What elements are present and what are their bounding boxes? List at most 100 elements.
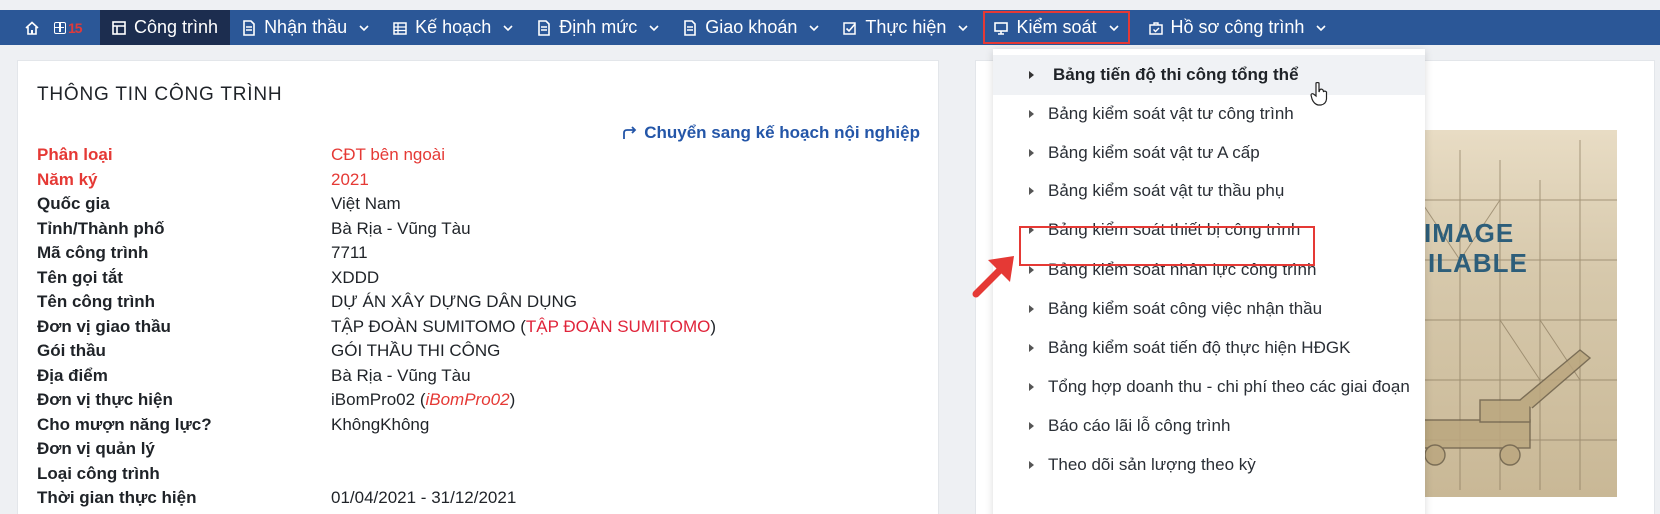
nav-dinh-muc[interactable]: Định mức bbox=[525, 10, 671, 45]
caret-right-icon bbox=[1029, 266, 1034, 274]
checkbox-icon bbox=[843, 21, 857, 35]
info-row-nam-ky: Năm ký 2021 bbox=[37, 168, 716, 193]
info-label: Thời gian thực hiện bbox=[37, 488, 197, 508]
chevron-down-icon bbox=[649, 24, 659, 31]
info-label: Năm ký bbox=[37, 169, 98, 189]
dropdown-item[interactable]: Bảng kiểm soát vật tư A cấp bbox=[993, 133, 1425, 173]
info-label: Tỉnh/Thành phố bbox=[37, 218, 165, 238]
info-row-goi-thau: Gói thầu GÓI THẦU THI CÔNG bbox=[37, 339, 716, 364]
nav-label: Công trình bbox=[134, 17, 219, 37]
no-image-text-2: ILABLE bbox=[1428, 248, 1528, 278]
info-label: Mã công trình bbox=[37, 243, 149, 263]
info-value-tail: ) bbox=[710, 316, 717, 336]
info-label: Loại công trình bbox=[37, 463, 160, 483]
info-label: Gói thầu bbox=[37, 341, 106, 361]
document-icon bbox=[243, 19, 255, 36]
chevron-down-icon bbox=[1316, 24, 1326, 31]
dropdown-item[interactable]: Tổng hợp doanh thu - chi phí theo các gi… bbox=[993, 367, 1425, 407]
dropdown-item-label: Tổng hợp doanh thu - chi phí theo các gi… bbox=[1048, 377, 1410, 396]
kiem-soat-dropdown: Bảng tiến độ thi công tổng thể Bảng kiểm… bbox=[993, 49, 1425, 514]
chevron-down-icon bbox=[503, 24, 513, 31]
nav-ke-hoach[interactable]: Kế hoạch bbox=[381, 10, 525, 45]
plan-link-label: Chuyển sang kế hoạch nội nghiệp bbox=[644, 123, 920, 142]
chevron-down-icon bbox=[1108, 24, 1119, 31]
home-icon bbox=[25, 20, 39, 35]
dropdown-item[interactable]: Bảng tiến độ thi công tổng thể bbox=[993, 55, 1425, 95]
apps-button[interactable]: 15 bbox=[50, 10, 100, 45]
nav-label: Thực hiện bbox=[865, 17, 947, 37]
dropdown-item-label: Bảng kiểm soát vật tư công trình bbox=[1048, 104, 1294, 123]
info-row-quoc-gia: Quốc gia Việt Nam bbox=[37, 192, 716, 217]
info-value-main: iBomPro02 ( bbox=[331, 390, 426, 410]
nav-cong-trinh[interactable]: Công trình bbox=[100, 10, 231, 45]
nav-label: Giao khoán bbox=[705, 17, 798, 37]
info-value-link[interactable]: TẬP ĐOÀN SUMITOMO bbox=[526, 317, 711, 336]
info-value-link[interactable]: iBomPro02 bbox=[425, 390, 509, 409]
monitor-icon bbox=[994, 21, 1009, 35]
info-label: Tên công trình bbox=[37, 292, 156, 312]
project-image: IMAGE ILABLE bbox=[1400, 130, 1617, 497]
dropdown-item[interactable]: Theo dõi sản lượng theo kỳ bbox=[993, 445, 1425, 485]
info-label: Phân loại bbox=[37, 145, 113, 165]
dropdown-item-label: Bảng kiểm soát tiến độ thực hiện HĐGK bbox=[1048, 338, 1351, 357]
document-icon bbox=[684, 19, 697, 36]
dropdown-item[interactable]: Bảng kiểm soát tiến độ thực hiện HĐGK bbox=[993, 328, 1425, 368]
dropdown-item-label: Bảng kiểm soát công việc nhận thầu bbox=[1048, 299, 1323, 318]
grid-doc-icon bbox=[112, 20, 126, 35]
info-value: Bà Rịa - Vũng Tàu bbox=[331, 218, 471, 238]
caret-right-icon bbox=[1029, 71, 1034, 79]
nav-ho-so-cong-trinh[interactable]: Hồ sơ công trình bbox=[1137, 10, 1339, 45]
info-row-ten-cong-trinh: Tên công trình DỰ ÁN XÂY DỰNG DÂN DỤNG bbox=[37, 290, 716, 315]
info-row-phan-loai: Phân loại CĐT bên ngoài bbox=[37, 143, 716, 168]
dropdown-item-label: Bảng kiểm soát vật tư A cấp bbox=[1048, 143, 1260, 162]
briefcase-check-icon bbox=[1148, 21, 1163, 35]
info-value: DỰ ÁN XÂY DỰNG DÂN DỤNG bbox=[331, 292, 577, 312]
info-value: Bà Rịa - Vũng Tàu bbox=[331, 365, 471, 385]
pointer-arrow-icon bbox=[972, 256, 1014, 298]
caret-right-icon bbox=[1029, 422, 1034, 430]
nav-kiem-soat[interactable]: Kiểm soát bbox=[982, 10, 1130, 45]
nav-nhan-thau[interactable]: Nhận thầu bbox=[230, 10, 381, 45]
dropdown-item-label: Báo cáo lãi lỗ công trình bbox=[1048, 416, 1231, 435]
plan-link[interactable]: Chuyển sang kế hoạch nội nghiệp bbox=[622, 123, 920, 143]
home-button[interactable] bbox=[14, 10, 50, 45]
info-row-ten-goi-tat: Tên gọi tắt XDDD bbox=[37, 266, 716, 291]
nav-giao-khoan[interactable]: Giao khoán bbox=[671, 10, 831, 45]
construction-sketch bbox=[1400, 140, 1617, 490]
info-value: TẬP ĐOÀN SUMITOMO (TẬP ĐOÀN SUMITOMO) bbox=[331, 317, 716, 337]
info-label: Quốc gia bbox=[37, 194, 110, 214]
info-value: GÓI THẦU THI CÔNG bbox=[331, 341, 501, 361]
dropdown-item[interactable]: Báo cáo lãi lỗ công trình bbox=[993, 406, 1425, 446]
info-list: Phân loại CĐT bên ngoài Năm ký 2021 Quốc g… bbox=[37, 143, 716, 511]
info-row-don-vi-thuc-hien: Đơn vị thực hiện iBomPro02 (iBomPro02) bbox=[37, 388, 716, 413]
info-label: Địa điểm bbox=[37, 365, 108, 385]
info-row-thoi-gian: Thời gian thực hiện 01/04/2021 - 31/12/20… bbox=[37, 486, 716, 511]
info-value: 2021 bbox=[331, 169, 369, 189]
hand-cursor-icon bbox=[1310, 82, 1328, 106]
info-value: 01/04/2021 - 31/12/2021 bbox=[331, 488, 517, 508]
caret-right-icon bbox=[1029, 110, 1034, 118]
info-value: Việt Nam bbox=[331, 194, 401, 214]
dropdown-item-label: Bảng tiến độ thi công tổng thể bbox=[1053, 65, 1299, 84]
table-icon bbox=[393, 21, 407, 35]
nav-label: Hồ sơ công trình bbox=[1170, 17, 1305, 37]
info-label: Đơn vị giao thầu bbox=[37, 316, 171, 336]
notification-badge: 15 bbox=[68, 19, 83, 36]
dropdown-item[interactable]: Bảng kiểm soát vật tư công trình bbox=[993, 94, 1425, 134]
top-navigation: 15 Công trình Nhận thầu Kế hoạch Định mứ… bbox=[0, 10, 1660, 45]
chevron-down-icon bbox=[958, 24, 969, 31]
nav-thuc-hien[interactable]: Thực hiện bbox=[831, 10, 980, 45]
info-value: KhôngKhông bbox=[331, 414, 430, 434]
chevron-down-icon bbox=[359, 24, 369, 31]
caret-right-icon bbox=[1029, 187, 1034, 195]
plus-square-icon bbox=[54, 21, 66, 34]
dropdown-item[interactable]: Bảng kiểm soát công việc nhận thầu bbox=[993, 289, 1425, 329]
nav-label: Nhận thầu bbox=[264, 17, 348, 37]
info-label: Đơn vị thực hiện bbox=[37, 390, 173, 410]
dropdown-item-label: Theo dõi sản lượng theo kỳ bbox=[1048, 455, 1256, 474]
caret-right-icon bbox=[1029, 461, 1034, 469]
nav-label: Kiểm soát bbox=[1016, 17, 1097, 37]
project-info-card: THÔNG TIN CÔNG TRÌNH Chuyển sang kế hoạc… bbox=[17, 60, 939, 514]
dropdown-item[interactable]: Bảng kiểm soát vật tư thầu phụ bbox=[993, 171, 1425, 211]
card-title: THÔNG TIN CÔNG TRÌNH bbox=[37, 84, 283, 105]
